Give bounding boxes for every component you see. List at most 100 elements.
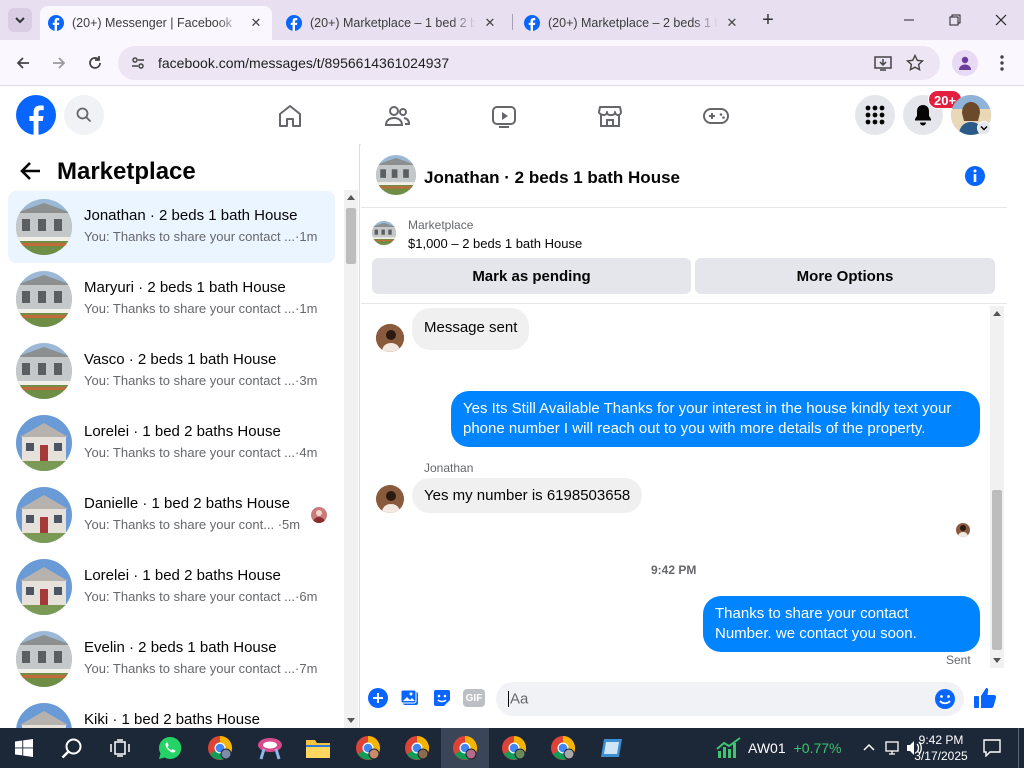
- scroll-thumb[interactable]: [992, 490, 1002, 650]
- plus-circle-icon[interactable]: [368, 688, 388, 708]
- conversation-item-jonathan[interactable]: Jonathan · 2 beds 1 bath House You: Than…: [8, 191, 335, 263]
- profile-button[interactable]: [952, 50, 978, 76]
- scroll-down-arrow[interactable]: [347, 718, 355, 723]
- emoji-icon[interactable]: [934, 688, 956, 710]
- account-dropdown-icon[interactable]: [977, 121, 991, 135]
- nav-home[interactable]: [272, 98, 308, 134]
- taskbar-chrome-5[interactable]: [539, 728, 587, 768]
- browser-tab-marketplace-2[interactable]: (20+) Marketplace – 2 beds 1 bath House …: [516, 6, 748, 40]
- conversation-item-vasco[interactable]: Vasco · 2 beds 1 bath House You: Thanks …: [8, 335, 335, 407]
- conversation-title: Danielle · 1 bed 2 baths House: [84, 495, 290, 512]
- taskbar-chrome-2[interactable]: [344, 728, 392, 768]
- new-tab-button[interactable]: +: [756, 8, 780, 32]
- close-tab-icon[interactable]: ✕: [482, 15, 498, 31]
- browser-tab-marketplace-1[interactable]: (20+) Marketplace – 1 bed 2 baths House …: [278, 6, 506, 40]
- chevron-up-icon[interactable]: [862, 741, 876, 755]
- taskbar-search-button[interactable]: [48, 728, 96, 768]
- sender-avatar[interactable]: [376, 485, 404, 513]
- forward-button[interactable]: [44, 48, 74, 78]
- listing-title[interactable]: $1,000 – 2 beds 1 bath House: [408, 236, 582, 251]
- chat-title[interactable]: Jonathan · 2 beds 1 bath House: [424, 168, 680, 188]
- show-desktop-button[interactable]: [1018, 728, 1024, 768]
- video-icon: [492, 106, 516, 128]
- taskbar-chrome-4[interactable]: [490, 728, 538, 768]
- read-receipt-avatar: [311, 507, 327, 523]
- taskbar-chrome-1[interactable]: [196, 728, 244, 768]
- back-button[interactable]: [8, 48, 38, 78]
- reload-button[interactable]: [80, 48, 110, 78]
- install-app-icon[interactable]: [874, 54, 892, 72]
- chrome-icon: [208, 736, 233, 760]
- close-tab-icon[interactable]: ✕: [724, 15, 740, 31]
- message-bubble-incoming[interactable]: Yes my number is 6198503658: [412, 478, 643, 513]
- message-placeholder: Aa: [510, 690, 529, 708]
- chat-avatar[interactable]: [376, 155, 416, 195]
- nav-gaming[interactable]: [698, 98, 734, 134]
- message-bubble-outgoing[interactable]: Thanks to share your contact Number. we …: [703, 596, 980, 652]
- browser-menu-button[interactable]: [992, 50, 1012, 76]
- taskbar-chrome-3[interactable]: [393, 728, 441, 768]
- conversation-item-maryuri[interactable]: Maryuri · 2 beds 1 bath House You: Thank…: [8, 263, 335, 335]
- chat-scrollbar[interactable]: [990, 306, 1004, 668]
- tab-title: (20+) Marketplace – 1 bed 2 baths House: [310, 16, 476, 30]
- site-info-icon[interactable]: [130, 55, 146, 71]
- task-view-button[interactable]: [96, 728, 144, 768]
- scroll-up-arrow[interactable]: [993, 311, 1001, 316]
- clock[interactable]: 9:42 PM 3/17/2025: [912, 728, 970, 768]
- close-window-button[interactable]: [978, 0, 1024, 40]
- scroll-down-arrow[interactable]: [993, 658, 1001, 663]
- scroll-up-arrow[interactable]: [347, 195, 355, 200]
- maximize-button[interactable]: [932, 0, 978, 40]
- omnibox[interactable]: facebook.com/messages/t/8956614361024937: [118, 46, 940, 80]
- conversation-title: Lorelei · 1 bed 2 baths House: [84, 423, 281, 440]
- taskbar-chrome-active[interactable]: [441, 728, 489, 768]
- conversation-preview: You: Thanks to share your contact ...·3m: [84, 373, 318, 388]
- tab-search-button[interactable]: [8, 8, 32, 32]
- scroll-thumb[interactable]: [346, 208, 356, 264]
- sender-avatar[interactable]: [376, 324, 404, 352]
- conversation-item-evelin[interactable]: Evelin · 2 beds 1 bath House You: Thanks…: [8, 623, 335, 695]
- menu-button[interactable]: [855, 95, 895, 135]
- conversation-item-lorelei[interactable]: Lorelei · 1 bed 2 baths House You: Thank…: [8, 407, 335, 479]
- conversation-item-kiki[interactable]: Kiki · 1 bed 2 baths House: [8, 695, 335, 728]
- nav-watch[interactable]: [486, 98, 522, 134]
- arrow-left-icon: [16, 57, 29, 69]
- gif-button[interactable]: GIF: [463, 689, 485, 707]
- message-bubble-incoming[interactable]: Message sent: [412, 308, 530, 350]
- browser-tab-messenger[interactable]: (20+) Messenger | Facebook ✕: [40, 6, 272, 40]
- thumbs-up-icon[interactable]: [973, 686, 997, 710]
- taskbar-app-snip[interactable]: [246, 728, 294, 768]
- more-options-button[interactable]: More Options: [695, 258, 995, 294]
- conversation-item-lorelei-2[interactable]: Lorelei · 1 bed 2 baths House You: Thank…: [8, 551, 335, 623]
- nav-friends[interactable]: [379, 98, 415, 134]
- conversation-preview: You: Thanks to share your contact ...·6m: [84, 589, 318, 604]
- nav-marketplace[interactable]: [592, 98, 628, 134]
- bookmark-star-icon[interactable]: [906, 54, 924, 72]
- info-icon[interactable]: [964, 165, 986, 187]
- message-bubble-outgoing[interactable]: Yes Its Still Available Thanks for your …: [451, 391, 980, 447]
- taskbar-whatsapp[interactable]: [146, 728, 194, 768]
- taskbar-file-explorer[interactable]: [294, 728, 342, 768]
- minimize-button[interactable]: [886, 0, 932, 40]
- seen-avatar: [956, 523, 970, 537]
- mark-as-pending-button[interactable]: Mark as pending: [372, 258, 691, 294]
- notification-center-button[interactable]: [980, 728, 1004, 768]
- conversation-item-danielle[interactable]: Danielle · 1 bed 2 baths House You: Than…: [8, 479, 335, 551]
- sticker-icon[interactable]: [432, 688, 452, 708]
- network-icon[interactable]: [884, 740, 900, 756]
- gamepad-icon: [703, 108, 729, 124]
- taskbar-app-notes[interactable]: [588, 728, 636, 768]
- back-arrow-icon[interactable]: [20, 161, 42, 181]
- start-button[interactable]: [0, 728, 48, 768]
- photo-icon[interactable]: [400, 688, 420, 708]
- message-input[interactable]: Aa: [496, 682, 964, 716]
- search-button[interactable]: [64, 95, 104, 135]
- chat-bubble-icon: [983, 739, 1001, 757]
- bell-icon: [915, 105, 931, 126]
- url-text[interactable]: facebook.com/messages/t/8956614361024937: [158, 55, 449, 71]
- sidebar-scrollbar[interactable]: [344, 190, 358, 728]
- close-tab-icon[interactable]: ✕: [248, 15, 264, 31]
- stock-widget[interactable]: AW01 +0.77%: [716, 728, 841, 768]
- facebook-logo-icon[interactable]: [16, 95, 56, 135]
- listing-image[interactable]: [372, 221, 396, 245]
